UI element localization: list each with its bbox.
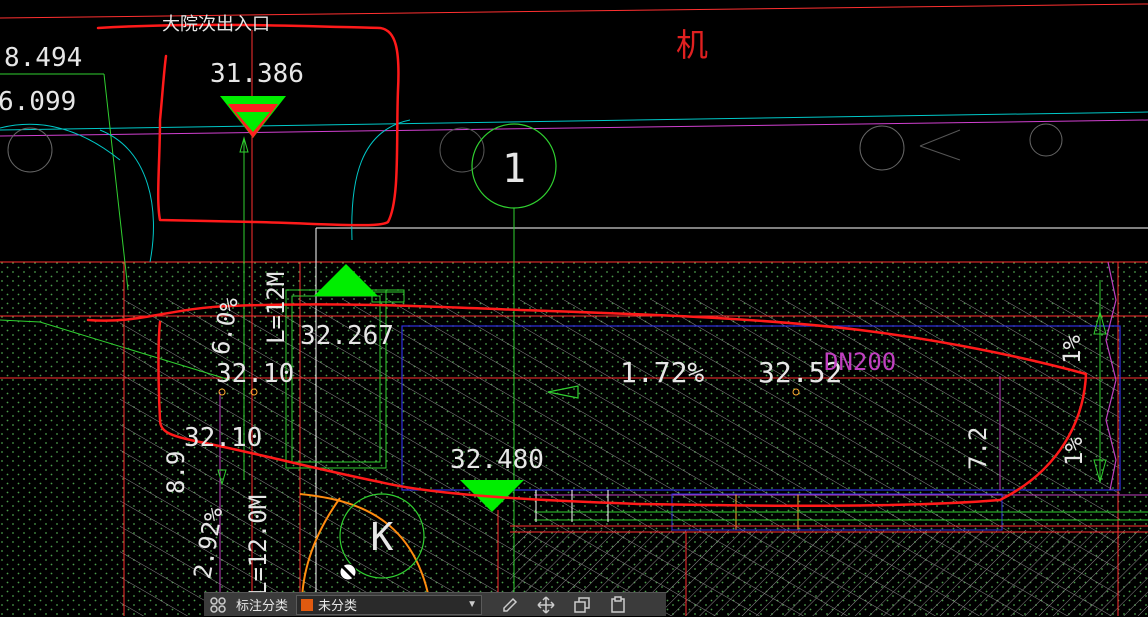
elev-label-bottom: 32.480 (450, 445, 544, 475)
level-left-second: 6.099 (0, 87, 76, 117)
slope-right-a: 1% (1058, 335, 1086, 364)
axis-bubble-k-label: K (371, 515, 394, 559)
paste-icon[interactable] (600, 593, 636, 617)
cad-drawing-canvas[interactable]: 1 K 大院次出入口 机 8.494 6.099 31.386 32.267 6… (0, 0, 1148, 616)
elev-3210-b: 32.10 (184, 423, 262, 453)
move-icon[interactable] (528, 593, 564, 617)
room-mark: 机 (676, 26, 708, 64)
length-upper: L=12M (262, 272, 290, 344)
length-lower: L=12.0M (244, 495, 272, 596)
annotation-toolbar: 标注分类 未分类 ▼ (204, 592, 666, 616)
elev-label-top: 31.386 (210, 59, 304, 89)
edit-icon[interactable] (492, 593, 528, 617)
category-color-swatch (301, 598, 314, 611)
elev-3210-a: 32.10 (216, 359, 294, 389)
level-left-top: 8.494 (4, 43, 82, 73)
slope-mid: 1.72% (620, 356, 704, 389)
category-select[interactable]: 未分类 ▼ (296, 594, 483, 615)
category-label: 标注分类 (236, 598, 289, 613)
chevron-down-icon: ▼ (467, 599, 478, 610)
category-value: 未分类 (318, 598, 358, 613)
elev-label-mid: 32.267 (300, 321, 394, 351)
entrance-note: 大院次出入口 (162, 14, 270, 35)
dim-72: 7.2 (964, 427, 992, 470)
axis-bubble-label: 1 (502, 146, 526, 192)
axis-bubble-1: 1 (471, 123, 557, 209)
dim-89: 8.9 (162, 451, 190, 494)
copy-icon[interactable] (564, 593, 600, 617)
north-symbol (339, 563, 357, 581)
pipe-label: DN200 (824, 348, 896, 376)
slope-right-b: 1% (1060, 437, 1088, 466)
category-group-icon[interactable] (204, 593, 232, 617)
